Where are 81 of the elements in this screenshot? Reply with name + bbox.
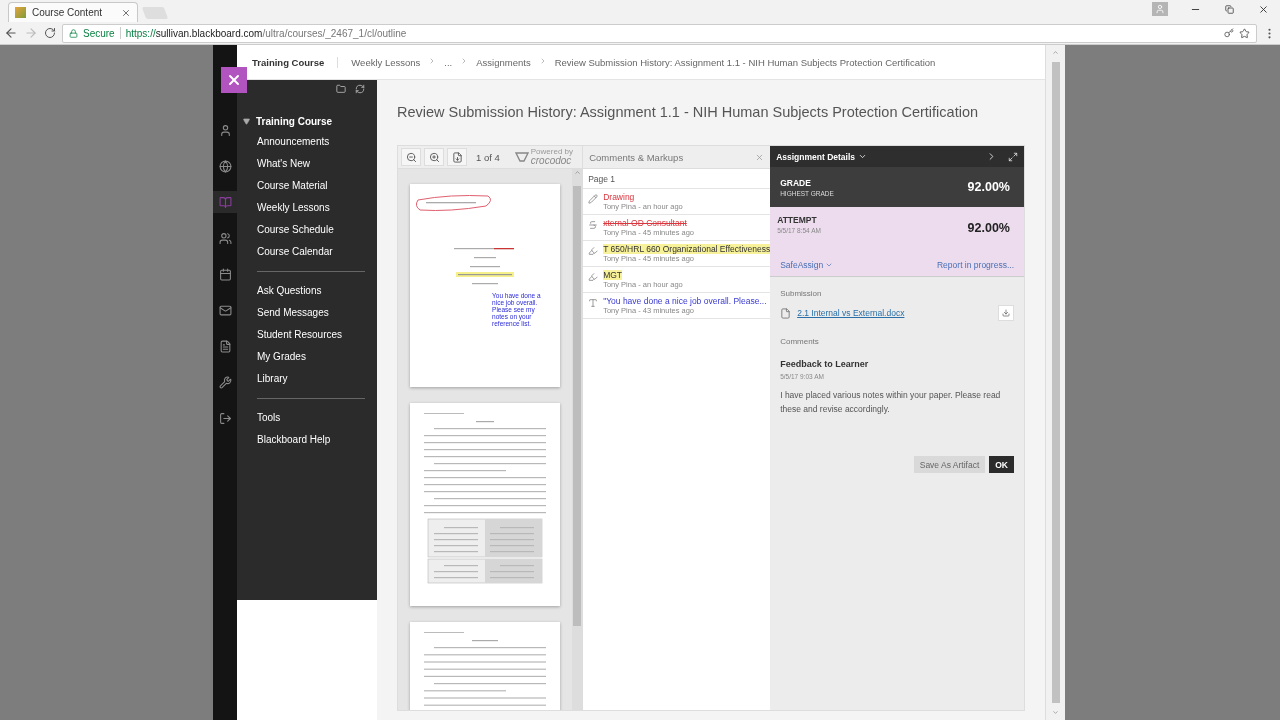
- close-icon: [1257, 3, 1269, 15]
- nav-item[interactable]: Ask Questions: [243, 280, 365, 302]
- back-icon[interactable]: [4, 26, 18, 40]
- file-icon: [780, 307, 792, 319]
- comment-text: xternal OD Consultant: [603, 218, 687, 228]
- highlighter-icon: [588, 272, 599, 282]
- bookmark-star-icon[interactable]: [1239, 27, 1250, 39]
- nav-item[interactable]: Announcements: [243, 131, 365, 153]
- breadcrumb-link[interactable]: ...: [444, 56, 453, 68]
- grade-value: 92.00%: [967, 180, 1010, 194]
- key-icon[interactable]: [1224, 28, 1234, 38]
- save-button[interactable]: Save As Artifact: [913, 456, 986, 473]
- nav-item[interactable]: Student Resources: [243, 324, 365, 346]
- nav-header[interactable]: Training Course: [256, 116, 333, 127]
- zoom-out-button[interactable]: [401, 148, 421, 166]
- nav-item[interactable]: Library: [243, 368, 365, 390]
- zoom-in-button[interactable]: [424, 148, 444, 166]
- nav-item[interactable]: Course Material: [243, 175, 365, 197]
- address-field[interactable]: Secure https://sullivan.blackboard.com/ultra/courses/_2467_1/cl/outline: [62, 23, 1257, 43]
- secure-label: Secure: [83, 27, 115, 39]
- refresh-icon[interactable]: [355, 84, 365, 94]
- nav-item[interactable]: Tools: [243, 407, 365, 429]
- feedback-title: Feedback to Learner: [780, 359, 870, 369]
- powered-by-label: Powered by: [530, 148, 574, 156]
- scrollbar[interactable]: [572, 169, 583, 710]
- caret-icon[interactable]: [243, 118, 250, 125]
- nav-item[interactable]: Blackboard Help: [243, 429, 365, 451]
- close-icon[interactable]: [121, 7, 131, 18]
- comment-text: Drawing: [603, 192, 635, 202]
- nav-item[interactable]: My Grades: [243, 346, 365, 368]
- file-link[interactable]: 2.1 Internal vs External.docx: [797, 308, 992, 318]
- person-icon: [1155, 4, 1165, 14]
- lock-icon: [69, 28, 78, 38]
- favicon-icon: [15, 7, 26, 18]
- pencil-icon: [588, 194, 599, 204]
- download-icon: [1002, 309, 1010, 317]
- panel-title[interactable]: Assignment Details: [776, 151, 856, 162]
- page-title: Review Submission History: Assignment 1.1 - NIH Human Subjects Protection Certification: [397, 104, 980, 120]
- file-download-icon: [451, 151, 463, 163]
- zoom-in-icon: [428, 151, 440, 163]
- browser-tab[interactable]: Course Content: [8, 2, 138, 22]
- breadcrumb-link[interactable]: Review Submission History: Assignment 1.1 - NIH Human Subjects Protection Certification: [554, 56, 936, 68]
- nav-item[interactable]: Course Calendar: [243, 241, 365, 263]
- page-indicator: 1 of 4: [476, 151, 500, 163]
- folder-icon[interactable]: [336, 84, 346, 94]
- text-icon: [588, 298, 599, 308]
- chevron-down-icon: [825, 261, 834, 269]
- close-button[interactable]: [221, 67, 247, 93]
- page-download-button[interactable]: [447, 148, 467, 166]
- comment-text: T 650/HRL 660 Organizational Effectiveness: [603, 244, 771, 254]
- nav-item[interactable]: Send Messages: [243, 302, 365, 324]
- report-link[interactable]: Report in progress...: [937, 260, 1014, 270]
- nav-item[interactable]: What's New: [243, 153, 365, 175]
- section-label: Submission: [780, 289, 823, 298]
- zoom-out-icon: [405, 151, 417, 163]
- expand-icon[interactable]: [1008, 151, 1018, 162]
- restore-icon: [1224, 4, 1234, 14]
- comment-text: MGT: [603, 270, 623, 280]
- safeassign-dropdown[interactable]: SafeAssign: [777, 260, 834, 270]
- strikethrough-icon: [588, 220, 599, 230]
- grade-label: GRADE: [780, 177, 812, 188]
- nav-item[interactable]: Weekly Lessons: [243, 197, 365, 219]
- section-label: Comments: [780, 337, 820, 346]
- breadcrumb-link[interactable]: Assignments: [476, 56, 531, 68]
- nav-item[interactable]: Course Schedule: [243, 219, 365, 241]
- highlighter-icon: [588, 246, 599, 256]
- tab-title: Course Content: [32, 7, 104, 18]
- brand-name: crocodoc: [530, 156, 572, 166]
- feedback-text: I have placed various notes within your paper. Please read these and revise accordingly.: [780, 389, 1002, 416]
- panel-title: Comments & Markups: [589, 151, 684, 163]
- breadcrumb-link[interactable]: Training Course: [252, 56, 339, 68]
- comment-text: "You have done a nice job overall. Please...: [603, 296, 767, 306]
- attempt-grade: 92.00%: [967, 221, 1010, 235]
- ok-button[interactable]: OK: [989, 456, 1014, 473]
- attempt-label: ATTEMPT: [777, 215, 818, 225]
- reload-icon[interactable]: [44, 27, 56, 39]
- breadcrumb-link[interactable]: Weekly Lessons: [351, 56, 421, 68]
- close-icon: [226, 72, 242, 88]
- url-text: https://sullivan.blackboard.com/ultra/courses/_2467_1/cl/outline: [125, 27, 407, 39]
- courses-icon[interactable]: [213, 191, 237, 213]
- chevron-down-icon[interactable]: [858, 152, 868, 161]
